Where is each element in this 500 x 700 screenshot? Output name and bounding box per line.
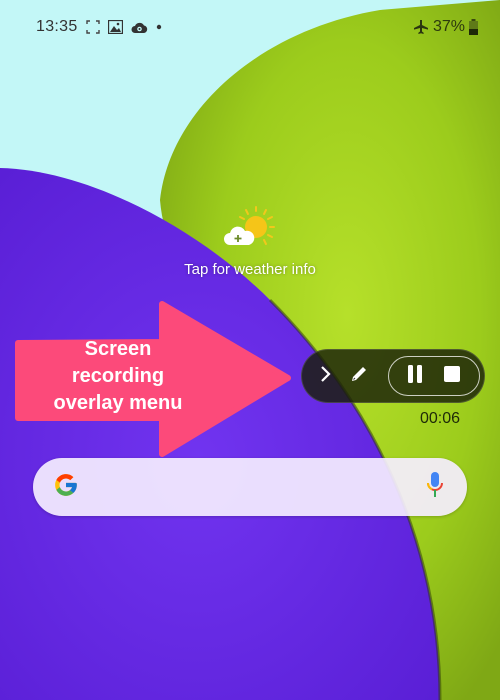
- microphone-icon[interactable]: [427, 471, 443, 503]
- partly-sunny-add-icon: [220, 205, 280, 253]
- recording-controls: [388, 356, 480, 396]
- expand-button[interactable]: [310, 356, 342, 396]
- gallery-icon: [107, 20, 123, 34]
- annotation-line: Screen: [84, 338, 152, 360]
- annotation-line: overlay menu: [53, 392, 183, 414]
- stop-button[interactable]: [444, 365, 460, 387]
- stop-icon: [444, 365, 460, 387]
- google-search-bar[interactable]: [33, 458, 467, 516]
- google-g-icon: [53, 472, 79, 503]
- pause-button[interactable]: [408, 364, 422, 388]
- screen-recording-toolbar: [301, 349, 485, 403]
- airplane-mode-icon: [413, 19, 429, 35]
- pause-icon: [408, 364, 422, 388]
- battery-percentage: 37%: [432, 18, 465, 35]
- cloud-sync-icon: [131, 21, 148, 34]
- battery-icon: [469, 19, 478, 35]
- pencil-icon: [349, 364, 369, 389]
- annotation-label: Screen recording overlay menu: [20, 336, 216, 417]
- clock: 13:35: [36, 18, 78, 35]
- annotation-line: recording: [71, 365, 165, 387]
- weather-label: Tap for weather info: [184, 261, 316, 278]
- status-bar: 13:35 37%: [0, 0, 500, 60]
- draw-button[interactable]: [344, 356, 374, 396]
- notification-dot-icon: [156, 24, 162, 30]
- chevron-right-icon: [320, 365, 332, 388]
- screenshot-frame-icon: [85, 20, 100, 34]
- weather-widget[interactable]: Tap for weather info: [170, 205, 330, 278]
- recording-timer: 00:06: [420, 410, 461, 427]
